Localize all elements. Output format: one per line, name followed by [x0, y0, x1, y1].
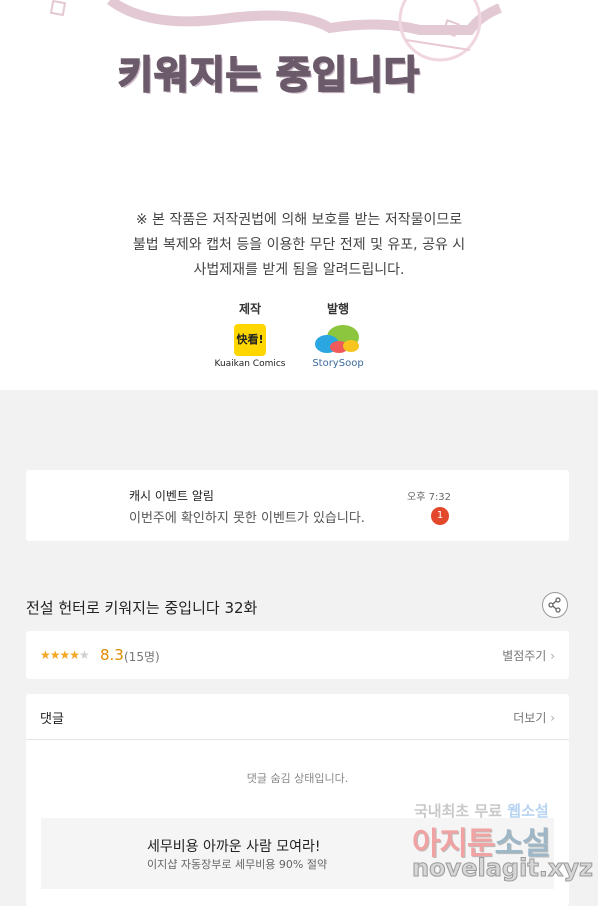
- ad-title: 세무비용 아까운 사람 모여라!: [147, 839, 321, 855]
- comments-title: 댓글: [40, 712, 64, 727]
- rating-count: (15명): [124, 650, 160, 664]
- copyright-notice: ※ 본 작품은 저작권법에 의해 보호를 받는 저작물이므로 불법 복제와 캡처…: [0, 208, 598, 283]
- rate-button[interactable]: 별점주기 ›: [502, 647, 555, 664]
- notice-line: 사법제재를 받게 됨을 알려드립니다.: [193, 262, 405, 278]
- artwork-subtitle: 키워지는 중입니다: [117, 52, 420, 98]
- chevron-right-icon: ›: [550, 711, 555, 725]
- notice-line: 불법 복제와 캡처 등을 이용한 무단 전제 및 유포, 공유 시: [132, 237, 466, 253]
- kuaikan-logo: 快看!: [234, 324, 266, 356]
- notification-body: 이번주에 확인하지 못한 이벤트가 있습니다.: [129, 511, 365, 526]
- episode-title: 전설 헌터로 키워지는 중입니다 32화: [26, 599, 258, 617]
- episode-end-panel: 키워지는 중입니다 ※ 본 작품은 저작권법에 의해 보호를 받는 저작물이므로…: [0, 0, 598, 390]
- share-button[interactable]: [542, 592, 568, 618]
- more-comments-button[interactable]: 더보기 ›: [513, 709, 555, 726]
- chevron-right-icon: ›: [550, 649, 555, 663]
- more-comments-label: 더보기: [513, 711, 547, 725]
- production-label: 제작: [238, 302, 262, 316]
- rating-stars: ★★★★★: [40, 648, 90, 662]
- rating-bar: ★★★★★ 8.3 (15명) 별점주기 ›: [26, 631, 569, 679]
- cash-event-notification[interactable]: 캐시 이벤트 알림 이번주에 확인하지 못한 이벤트가 있습니다. 오후 7:3…: [26, 470, 569, 541]
- comments-hidden-message: 댓글 숨김 상태입니다.: [246, 772, 349, 785]
- publisher-label: 발행: [326, 302, 350, 316]
- stars-empty: ★: [79, 648, 90, 662]
- publisher-name: StorySoop: [312, 358, 364, 369]
- notification-title: 캐시 이벤트 알림: [129, 489, 214, 503]
- share-icon: [548, 597, 561, 613]
- notification-badge: 1: [431, 507, 449, 525]
- rating-score: 8.3: [100, 646, 124, 664]
- production-credit: 제작 快看! Kuaikan Comics: [209, 300, 291, 369]
- site-watermark: 국내최초 무료 웹소설 아지툰소설 novelagit.xyz: [410, 798, 593, 888]
- rate-button-label: 별점주기: [502, 649, 547, 663]
- watermark-url: novelagit.xyz: [411, 854, 594, 883]
- stars-filled: ★★★★: [40, 648, 80, 662]
- publisher-credit: 발행 StorySoop: [300, 300, 376, 369]
- ad-description: 이지샵 자동장부로 세무비용 90% 절약: [147, 858, 328, 871]
- comments-header: 댓글 더보기 ›: [26, 694, 569, 740]
- notice-line: ※ 본 작품은 저작권법에 의해 보호를 받는 저작물이므로: [135, 212, 463, 228]
- storysoop-logo: [313, 324, 363, 356]
- production-name: Kuaikan Comics: [214, 359, 286, 369]
- notification-time: 오후 7:32: [407, 492, 452, 503]
